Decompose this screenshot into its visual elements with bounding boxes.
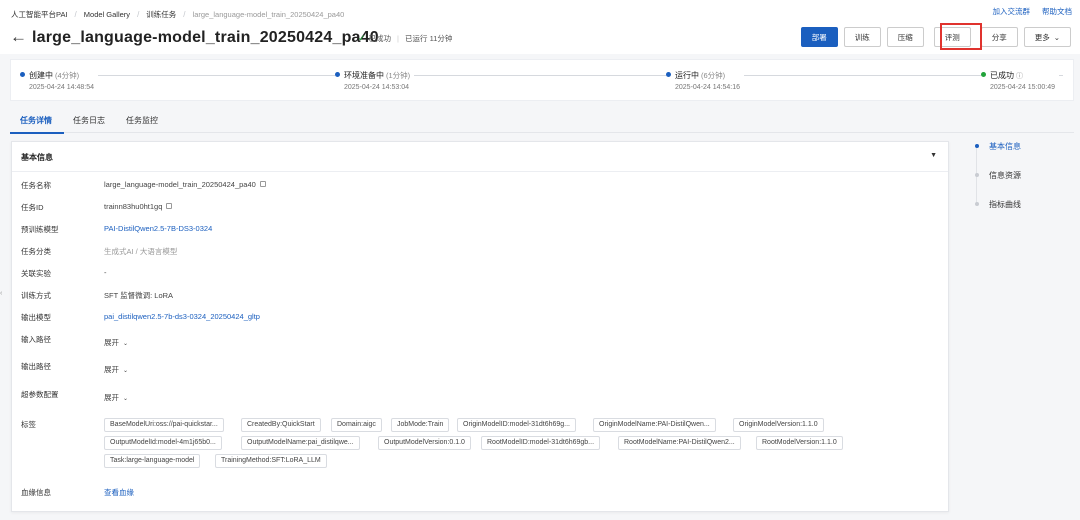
breadcrumb-item-training-jobs[interactable]: 训练任务 [146, 9, 176, 20]
copy-icon[interactable] [259, 181, 266, 187]
check-icon: ✓ [358, 33, 366, 43]
timeline-step-creating: 创建中 (4分钟) 2025-04-24 14:48:54 [20, 70, 98, 91]
tag: Task:large-language-model [104, 454, 201, 468]
tag: RootModelVersion:1.1.0 [756, 436, 843, 450]
timeline-dot [666, 72, 671, 77]
evaluate-highlight-box [940, 23, 982, 50]
tag: RootModelID:model-31dt6h69gb... [481, 436, 601, 450]
timeline-step-running: 运行中 (6分钟) 2025-04-24 14:54:16 [666, 70, 744, 91]
compress-button[interactable]: 压缩 [886, 27, 924, 47]
output-model-link[interactable]: pai_distilqwen2.5-7b-ds3-0324_20250424_g… [104, 312, 260, 321]
chevron-down-icon: ⌄ [123, 341, 129, 347]
top-links: 加入交流群 帮助文档 [993, 6, 1073, 17]
share-button[interactable]: 分享 [980, 27, 1018, 47]
help-docs-link[interactable]: 帮助文档 [1042, 6, 1072, 17]
task-id-value: trainn83hu0ht1gq [104, 202, 163, 211]
tag: OriginModelName:PAI-DistilQwen... [593, 418, 716, 432]
related-experiment-value: - [104, 268, 107, 277]
breadcrumb-item-model-gallery[interactable]: Model Gallery [84, 10, 130, 19]
action-buttons: 部署 训练 压缩 评测 分享 更多 ⌄ [800, 27, 1071, 47]
copy-icon[interactable] [166, 203, 173, 209]
hyperparameters-expand[interactable]: 展开 ⌄ [104, 392, 128, 403]
breadcrumb-current: large_language-model_train_20250424_pa40 [192, 10, 345, 19]
breadcrumb-item-pai[interactable]: 人工智能平台PAI [11, 9, 68, 20]
breadcrumb-separator: / [137, 10, 140, 19]
timeline-dot [20, 72, 25, 77]
deploy-button[interactable]: 部署 [800, 27, 838, 47]
task-category-value: 生成式AI / 大语言模型 [104, 247, 178, 256]
timeline-dot [981, 72, 986, 77]
more-button[interactable]: 更多 ⌄ [1023, 27, 1071, 47]
chevron-down-icon: ⌄ [1053, 32, 1060, 42]
output-path-expand[interactable]: 展开 ⌄ [104, 364, 128, 375]
basic-info-card: 基本信息 ▼ 任务名称 large_language-model_train_2… [11, 141, 949, 512]
detail-tabs: 任务详情 任务日志 任务监控 [10, 109, 1074, 134]
chevron-down-icon: ⌄ [123, 368, 129, 374]
info-icon[interactable]: ⓘ [1016, 73, 1023, 80]
page-title: large_language-model_train_20250424_pa40 [32, 29, 379, 46]
anchor-bullet [975, 173, 979, 177]
breadcrumb: 人工智能平台PAI / Model Gallery / 训练任务 / large… [11, 9, 344, 20]
tag: OriginModelVersion:1.1.0 [733, 418, 824, 432]
anchor-info-resources[interactable]: 信息资源 [975, 170, 1021, 181]
timeline-step-env-prep: 环境准备中 (1分钟) 2025-04-24 14:53:04 [335, 70, 415, 91]
divider [12, 171, 948, 172]
more-label: 更多 [1034, 32, 1050, 42]
active-tab-underline [10, 132, 64, 134]
pretrained-model-link[interactable]: PAI-DistilQwen2.5-7B-DS3-0324 [104, 224, 212, 233]
view-lineage-link[interactable]: 查看血缘 [104, 487, 134, 498]
tag: RootModelName:PAI-DistilQwen2... [618, 436, 741, 450]
tab-task-details[interactable]: 任务详情 [20, 115, 52, 126]
join-group-link[interactable]: 加入交流群 [993, 6, 1031, 17]
timeline-line [21, 75, 1063, 76]
timeline-step-succeeded: 已成功 ⓘ 2025-04-24 15:00:49 [981, 70, 1059, 91]
tag: OutputModelId:model-4m1j65b0... [104, 436, 222, 450]
title-bar: ← large_language-model_train_20250424_pa… [0, 23, 1080, 54]
tab-task-logs[interactable]: 任务日志 [73, 115, 105, 126]
status-area: ✓ 已成功 | 已运行 11分钟 [358, 33, 452, 44]
tab-task-monitoring[interactable]: 任务监控 [126, 115, 158, 126]
timeline-dot [335, 72, 340, 77]
back-arrow-icon[interactable]: ← [10, 27, 27, 47]
anchor-basic-info[interactable]: 基本信息 [975, 141, 1021, 152]
sidebar-toggle-icon[interactable]: ‹ [0, 290, 2, 297]
tag: BaseModelUri:oss://pai-quickstar... [104, 418, 224, 432]
chevron-down-icon: ⌄ [123, 396, 129, 402]
tag: Domain:aigc [331, 418, 382, 432]
status-text: 已成功 [368, 34, 392, 43]
collapse-caret-icon[interactable]: ▼ [930, 152, 937, 159]
tag: OutputModelName:pai_distilqwe... [241, 436, 360, 450]
anchor-metric-curves[interactable]: 指标曲线 [975, 199, 1021, 210]
training-method-value: SFT 监督微调: LoRA [104, 291, 174, 300]
breadcrumb-separator: / [183, 10, 186, 19]
tag: OutputModelVersion:0.1.0 [378, 436, 471, 450]
status-timeline: 创建中 (4分钟) 2025-04-24 14:48:54 环境准备中 (1分钟) … [10, 59, 1074, 101]
anchor-bullet [975, 144, 979, 148]
tag: TrainingMethod:SFT:LoRA_LLM [215, 454, 327, 468]
runtime-text: 已运行 11分钟 [405, 34, 453, 43]
tag: CreatedBy:QuickStart [241, 418, 321, 432]
input-path-expand[interactable]: 展开 ⌄ [104, 337, 128, 348]
anchor-bullet [975, 202, 979, 206]
train-button[interactable]: 训练 [843, 27, 881, 47]
task-name-value: large_language-model_train_20250424_pa40 [104, 180, 256, 189]
top-bar: 人工智能平台PAI / Model Gallery / 训练任务 / large… [0, 0, 1080, 23]
section-title: 基本信息 [21, 153, 53, 162]
breadcrumb-separator: / [74, 10, 77, 19]
tag: JobMode:Train [391, 418, 450, 432]
tag: OriginModelID:model-31dt6h69g... [457, 418, 577, 432]
status-divider: | [397, 34, 399, 43]
